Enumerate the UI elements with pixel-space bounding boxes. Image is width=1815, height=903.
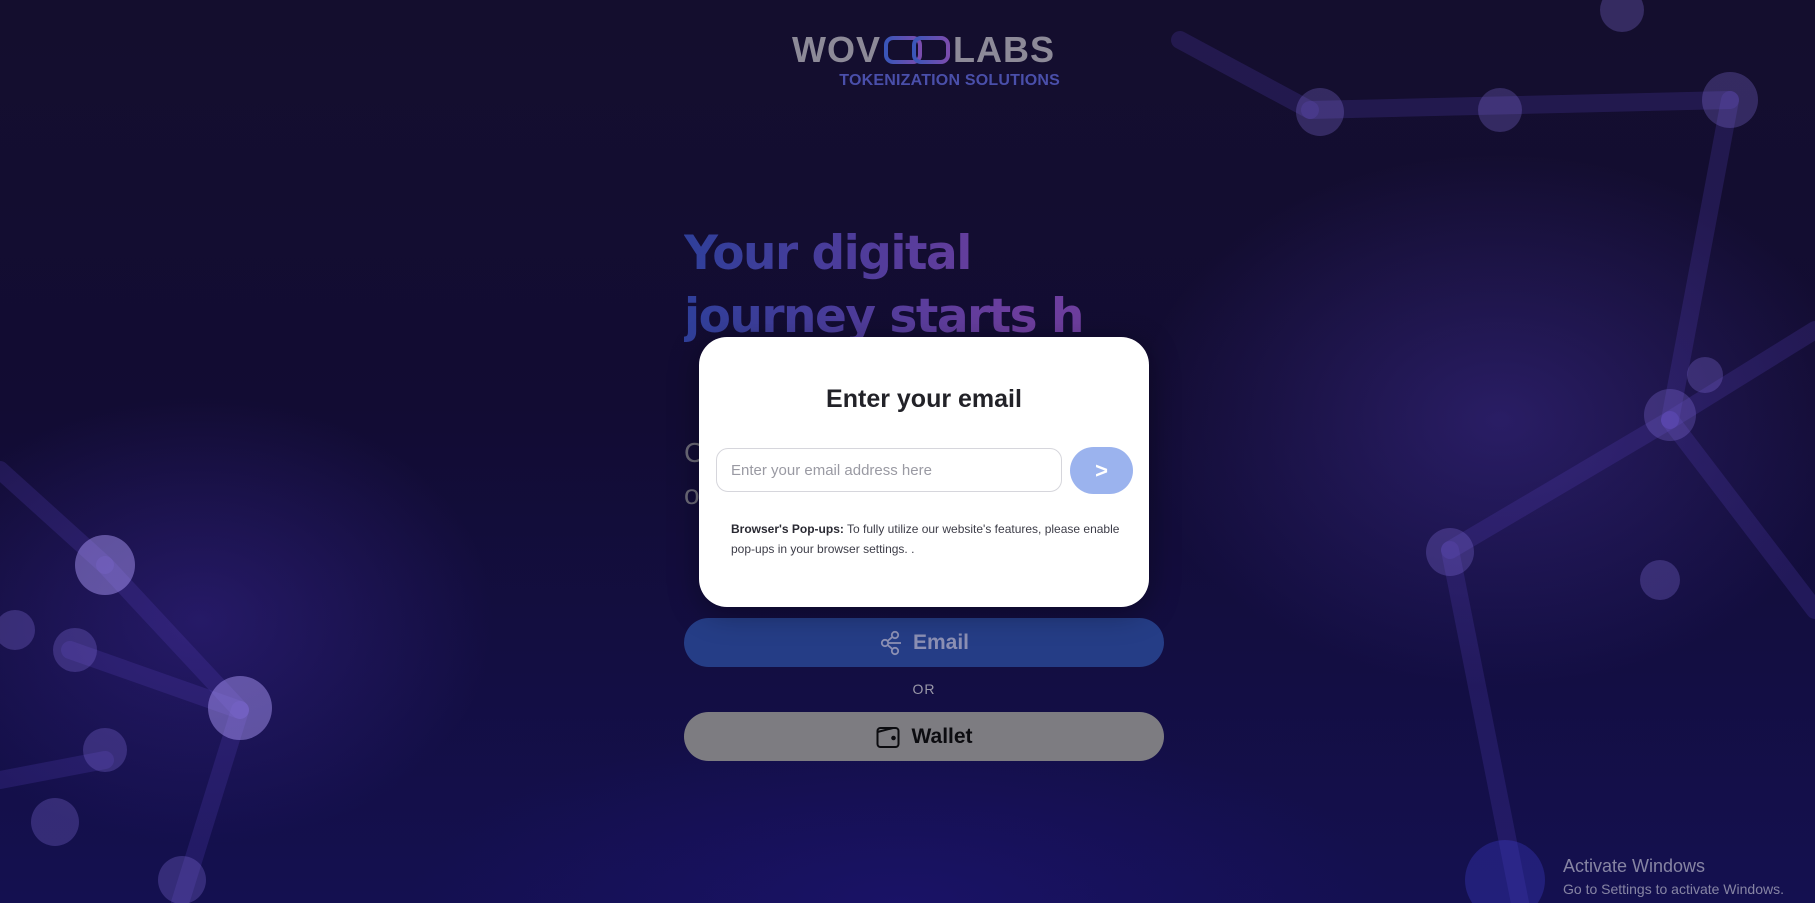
email-input[interactable] xyxy=(716,448,1062,492)
popup-notice-label: Browser's Pop-ups: xyxy=(731,522,844,536)
activate-windows-watermark: Activate Windows Go to Settings to activ… xyxy=(1563,854,1784,899)
popup-notice: Browser's Pop-ups: To fully utilize our … xyxy=(731,519,1121,559)
watermark-title: Activate Windows xyxy=(1563,856,1706,876)
wallet-login-button[interactable]: Wallet xyxy=(684,712,1164,761)
modal-title: Enter your email xyxy=(826,385,1022,413)
hero-title: Your digital journey starts h xyxy=(684,222,1104,348)
email-modal: Enter your email > Browser's Pop-ups: To… xyxy=(699,337,1149,607)
watermark-subtitle: Go to Settings to activate Windows. xyxy=(1563,881,1784,897)
brand-logo: WOV LABS TOKENIZATION SOLUTIONS xyxy=(792,29,1060,90)
or-divider: OR xyxy=(912,681,936,697)
email-button-label: Email xyxy=(912,630,970,654)
wallet-icon xyxy=(876,726,900,748)
logo-tagline: TOKENIZATION SOLUTIONS xyxy=(839,72,1060,89)
wallet-button-label: Wallet xyxy=(911,724,973,748)
chain-link-icon xyxy=(884,36,950,64)
logo-left-text: WOV xyxy=(792,29,881,70)
logo-right-text: LABS xyxy=(953,29,1055,70)
email-login-button[interactable]: Email xyxy=(684,618,1164,667)
submit-email-button[interactable]: > xyxy=(1070,447,1133,494)
nodes-icon xyxy=(880,630,901,655)
